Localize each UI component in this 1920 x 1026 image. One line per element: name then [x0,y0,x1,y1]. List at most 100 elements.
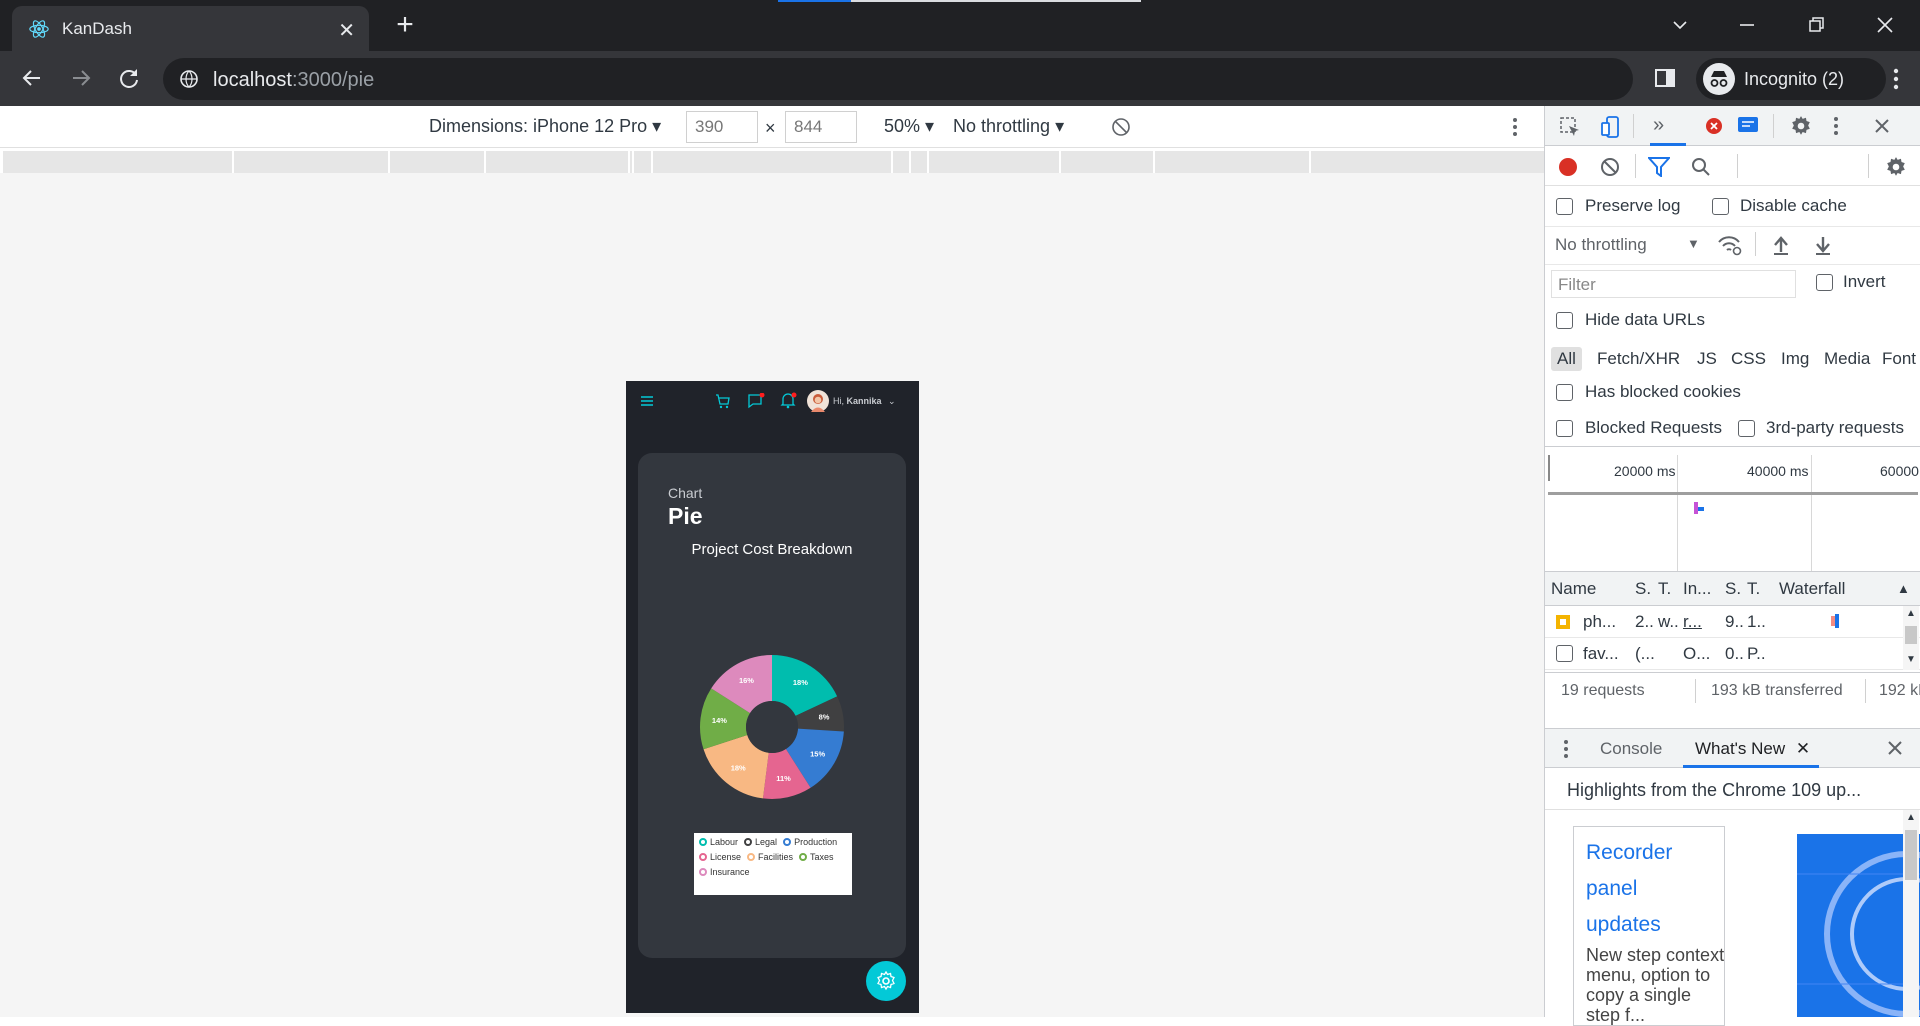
record-icon[interactable] [1558,157,1578,177]
column-type[interactable]: T. [1658,579,1671,599]
legend-item-insurance[interactable]: Insurance [699,867,750,877]
throttling-dropdown-icon[interactable]: ▼ [1687,236,1700,251]
tab-whats-new[interactable]: What's New ✕ [1695,739,1810,759]
preserve-log-checkbox[interactable] [1556,198,1573,215]
image-file-icon [1556,615,1570,629]
network-throttling-value: No throttling [1555,235,1647,254]
media-query-ruler[interactable] [3,151,1544,173]
close-drawer-icon[interactable] [1885,738,1905,758]
disable-cache-checkbox[interactable] [1712,198,1729,215]
incognito-button[interactable]: Incognito (2) [1696,58,1886,100]
back-icon[interactable] [18,64,46,92]
site-info-icon[interactable] [179,69,199,89]
export-har-icon[interactable] [1813,234,1833,256]
type-filter-media[interactable]: Media [1818,347,1876,371]
column-name[interactable]: Name [1551,579,1596,599]
import-har-icon[interactable] [1771,234,1791,256]
zoom-select[interactable]: 50% ▾ [884,116,934,137]
type-filter-js[interactable]: JS [1691,347,1723,371]
close-devtools-icon[interactable] [1871,115,1893,137]
rotate-icon[interactable] [1110,116,1132,138]
menu-icon[interactable] [640,394,654,408]
third-party-checkbox[interactable] [1738,420,1755,437]
network-overview[interactable]: 20000 ms 40000 ms 60000 [1545,446,1920,572]
recorder-link[interactable]: Recorder panel updates [1586,835,1716,943]
clear-icon[interactable] [1600,157,1620,177]
blocked-requests-checkbox[interactable] [1556,420,1573,437]
device-select[interactable]: Dimensions: iPhone 12 Pro ▾ [429,116,661,137]
notification-icon[interactable] [779,392,797,409]
drawer-scrollbar[interactable]: ▲ [1903,810,1919,1017]
minimize-icon[interactable] [1732,10,1762,40]
network-conditions-icon[interactable] [1717,234,1743,256]
throttling-select[interactable]: No throttling ▾ [953,116,1064,137]
tab-search-icon[interactable] [1665,10,1695,40]
recorder-card[interactable]: Recorder panel updates New step context … [1573,826,1725,1026]
more-tabs-icon[interactable]: » [1653,114,1664,137]
user-greeting[interactable]: Hi, Kannika ⌄ [833,396,896,407]
devtools-settings-icon[interactable] [1790,115,1812,137]
legend-item-taxes[interactable]: Taxes [799,852,834,862]
table-row[interactable]: fav... (... O... 0.. P.. [1545,638,1920,670]
close-tab-icon[interactable]: ✕ [1796,739,1810,758]
network-throttling-select[interactable]: No throttling [1555,235,1647,255]
column-time[interactable]: T. [1747,579,1760,599]
chat-icon[interactable] [747,393,765,409]
browser-tab[interactable]: KanDash ✕ [12,6,369,51]
reload-icon[interactable] [115,64,143,92]
table-row[interactable]: ph... 2.. w.. r... 9.. 1.. [1545,606,1920,638]
hide-data-urls-checkbox[interactable] [1556,312,1573,329]
type-filter-all[interactable]: All [1551,347,1582,371]
legend-label: Production [794,837,838,847]
legend-item-labour[interactable]: Labour [699,837,738,847]
column-size[interactable]: S. [1725,579,1741,599]
data-label: 18% [731,763,746,772]
type-filter-font[interactable]: Font [1876,347,1920,371]
browser-titlebar: KanDash ✕ + [0,0,1920,51]
new-tab-button[interactable]: + [390,10,420,40]
blocked-cookies-checkbox[interactable] [1556,384,1573,401]
devtools-menu-icon[interactable] [1833,115,1839,137]
row-time: 1.. [1747,612,1766,631]
device-toggle-icon[interactable] [1600,115,1622,139]
issues-icon[interactable] [1737,116,1759,136]
search-icon[interactable] [1691,157,1711,177]
address-bar[interactable]: localhost:3000/pie [163,58,1633,100]
device-more-icon[interactable] [1512,116,1518,138]
timeline-tick: 60000 [1880,463,1919,479]
legend-item-production[interactable]: Production [783,837,837,847]
close-window-icon[interactable] [1870,10,1900,40]
table-scrollbar[interactable]: ▲ ▼ [1903,606,1919,670]
inspect-icon[interactable] [1559,116,1581,138]
drawer-menu-icon[interactable] [1563,738,1569,760]
forward-icon[interactable] [67,64,95,92]
error-icon[interactable] [1705,117,1723,135]
filter-icon[interactable] [1648,157,1670,177]
tab-close-icon[interactable]: ✕ [338,18,355,43]
side-panel-icon[interactable] [1652,65,1678,91]
type-filter-img[interactable]: Img [1775,347,1815,371]
chrome-menu-icon[interactable] [1892,65,1900,93]
legend-item-license[interactable]: License [699,852,741,862]
type-filter-css[interactable]: CSS [1725,347,1772,371]
column-initiator[interactable]: In... [1683,579,1711,599]
column-status[interactable]: S. [1635,579,1651,599]
width-input[interactable]: 390 [686,111,758,143]
restore-icon[interactable] [1801,10,1831,40]
height-input[interactable]: 844 [785,111,857,143]
cart-icon[interactable] [715,393,731,409]
row-initiator[interactable]: r... [1683,612,1702,632]
settings-button[interactable] [866,961,906,1001]
invert-checkbox[interactable] [1816,274,1833,291]
legend-item-facilities[interactable]: Facilities [747,852,793,862]
network-settings-icon[interactable] [1885,156,1907,178]
filter-input[interactable]: Filter [1551,270,1796,298]
legend-item-legal[interactable]: Legal [744,837,777,847]
pie-chart[interactable]: 18% 8% 15% 11% 18% 14% 16% [698,653,846,801]
type-filter-fetch[interactable]: Fetch/XHR [1591,347,1686,371]
tab-console[interactable]: Console [1600,739,1662,759]
column-waterfall[interactable]: Waterfall [1779,579,1845,599]
avatar[interactable] [807,390,829,412]
data-label: 16% [739,676,754,685]
legend-marker [699,853,707,861]
